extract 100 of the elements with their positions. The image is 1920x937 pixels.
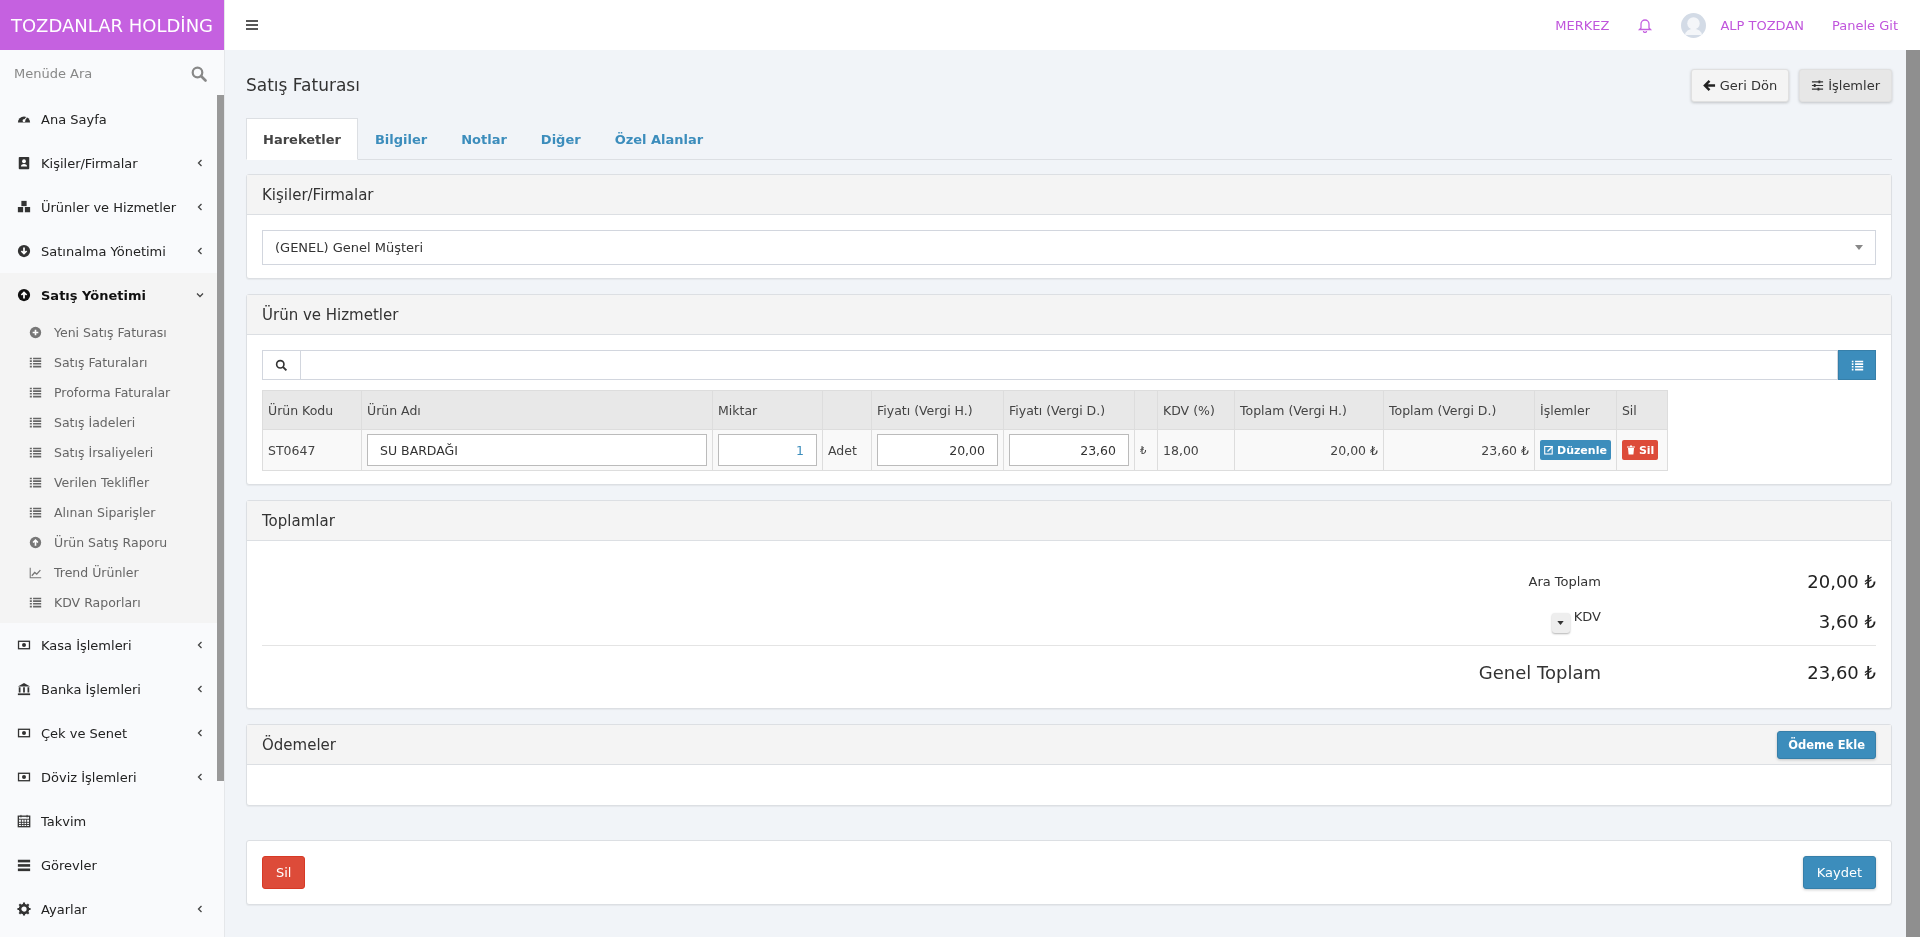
menu-search-field[interactable]: Menüde Ara: [12, 65, 191, 82]
column-header: Fiyatı (Vergi D.): [1003, 390, 1135, 430]
column-header: Toplam (Vergi D.): [1383, 390, 1535, 430]
money-icon: [17, 770, 31, 784]
column-header: Ürün Kodu: [262, 390, 362, 430]
edit-icon: [1544, 445, 1554, 455]
vat-value: 3,60 ₺: [1817, 610, 1876, 632]
money-icon: [17, 638, 31, 652]
tab[interactable]: Diğer: [523, 118, 598, 160]
tab[interactable]: Bilgiler: [357, 118, 445, 160]
sidebar-item[interactable]: Satış Yönetimi: [0, 273, 217, 317]
customer-select[interactable]: (GENEL) Genel Müşteri: [262, 230, 1876, 265]
sidebar-item[interactable]: Ana Sayfa: [0, 97, 217, 141]
vat-dropdown-button[interactable]: [1551, 613, 1570, 633]
money-icon: [17, 726, 31, 740]
contact-icon: [17, 156, 31, 170]
total-cell: 20,00 ₺: [1234, 429, 1384, 471]
list-icon: [29, 505, 42, 519]
list-icon: [29, 385, 42, 399]
edit-button[interactable]: Düzenle: [1540, 440, 1611, 460]
tab[interactable]: Notlar: [444, 118, 524, 160]
trash-icon: [1625, 445, 1636, 455]
sliders-icon: [1811, 78, 1825, 92]
submenu-item[interactable]: Satış Faturaları: [0, 347, 217, 377]
search-icon[interactable]: [191, 65, 207, 82]
actions-button[interactable]: İşlemler: [1799, 68, 1892, 102]
list-icon: [29, 595, 42, 609]
sidebar-item[interactable]: Kişiler/Firmalar: [0, 141, 217, 185]
sidebar-item[interactable]: Takvim: [0, 799, 217, 843]
delete-button[interactable]: Sil: [1621, 440, 1659, 460]
brand-logo[interactable]: TOZDANLAR HOLDİNG: [0, 0, 224, 50]
back-button[interactable]: Geri Dön: [1690, 68, 1790, 102]
submenu-item[interactable]: Verilen Teklifler: [0, 467, 217, 497]
branch-link[interactable]: MERKEZ: [1555, 17, 1610, 33]
submenu-item[interactable]: Proforma Faturalar: [0, 377, 217, 407]
panel-link[interactable]: Panele Git: [1832, 17, 1898, 33]
sidebar-item[interactable]: Kasa İşlemleri: [0, 623, 217, 667]
subtotal-label: Ara Toplam: [1528, 573, 1601, 589]
up-icon: [17, 288, 31, 302]
sidebar-item[interactable]: Satınalma Yönetimi: [0, 229, 217, 273]
grand-total-value: 23,60 ₺: [1806, 661, 1876, 683]
product-search-field[interactable]: [301, 350, 1838, 380]
panel-title: Toplamlar: [262, 511, 335, 530]
caret-icon: [1557, 621, 1565, 625]
save-button[interactable]: Kaydet: [1802, 856, 1876, 889]
column-header: İşlemler: [1534, 390, 1617, 430]
down-icon: [17, 244, 31, 258]
submenu-item[interactable]: Ürün Satış Raporu: [0, 527, 217, 557]
list-button[interactable]: [1838, 350, 1876, 380]
list-icon: [29, 355, 42, 369]
product-code-cell: ST0647: [262, 429, 362, 471]
search-icon: [275, 358, 288, 372]
arrow-left-icon: [1702, 78, 1716, 92]
submenu-item[interactable]: Alınan Siparişler: [0, 497, 217, 527]
price-field[interactable]: 23,60: [1009, 434, 1129, 466]
delete-button[interactable]: Sil: [262, 856, 306, 889]
submenu-item[interactable]: Satış İadeleri: [0, 407, 217, 437]
sidebar-item[interactable]: Çek ve Senet: [0, 711, 217, 755]
scrollbar[interactable]: [1906, 50, 1920, 937]
vat-cell: 18,00: [1157, 429, 1235, 471]
subtotal-value: 20,00 ₺: [1806, 570, 1876, 592]
sidebar-item[interactable]: Banka İşlemleri: [0, 667, 217, 711]
tasks-icon: [17, 858, 31, 872]
menu-icon[interactable]: [246, 20, 258, 30]
grand-total-label: Genel Toplam: [1478, 661, 1601, 683]
sidebar-item[interactable]: Ürünler ve Hizmetler: [0, 185, 217, 229]
column-header: Ürün Adı: [361, 390, 713, 430]
product-name-field[interactable]: SU BARDAĞI: [367, 434, 707, 466]
tab[interactable]: Hareketler: [246, 118, 358, 160]
list-icon: [29, 475, 42, 489]
user-name-link[interactable]: ALP TOZDAN: [1720, 17, 1804, 33]
panel-title: Ödemeler: [262, 735, 336, 754]
submenu-item[interactable]: KDV Raporları: [0, 587, 217, 617]
submenu-item[interactable]: Yeni Satış Faturası: [0, 317, 217, 347]
tab[interactable]: Özel Alanlar: [597, 118, 721, 160]
column-header: Fiyatı (Vergi H.): [871, 390, 1004, 430]
list-icon: [29, 415, 42, 429]
vat-label: KDV: [1573, 609, 1601, 624]
sidebar-item[interactable]: Döviz İşlemleri: [0, 755, 217, 799]
panel-title: Ürün ve Hizmetler: [262, 305, 399, 324]
sidebar-item[interactable]: Görevler: [0, 843, 217, 887]
list-icon: [1850, 358, 1864, 372]
add-payment-button[interactable]: Ödeme Ekle: [1777, 730, 1876, 759]
bank-icon: [17, 682, 31, 696]
sidebar-item[interactable]: Ayarlar: [0, 887, 217, 931]
price-field[interactable]: 20,00: [877, 434, 998, 466]
submenu-item[interactable]: Trend Ürünler: [0, 557, 217, 587]
chart-icon: [29, 565, 42, 579]
plus-icon: [29, 325, 42, 339]
page-title: Satış Faturası: [246, 75, 360, 95]
submenu-item[interactable]: Satış İrsaliyeleri: [0, 437, 217, 467]
panel-title: Kişiler/Firmalar: [262, 185, 374, 204]
quantity-field[interactable]: 1: [718, 434, 817, 466]
list-icon: [29, 445, 42, 459]
up-icon: [29, 535, 42, 549]
gear-icon: [17, 902, 31, 916]
column-header: Sil: [1616, 390, 1668, 430]
column-header: KDV (%): [1157, 390, 1235, 430]
total-cell: 23,60 ₺: [1383, 429, 1535, 471]
bell-icon[interactable]: [1637, 17, 1654, 33]
